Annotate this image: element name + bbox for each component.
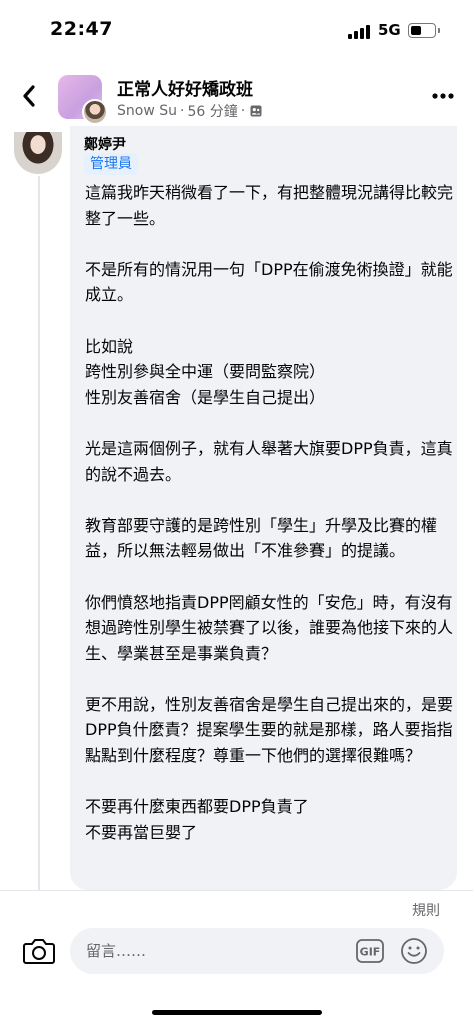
- emoji-icon: [401, 938, 427, 964]
- rules-link[interactable]: 規則: [412, 900, 440, 920]
- group-avatar[interactable]: [58, 75, 108, 125]
- comment-paragraph: 這篇我昨天稍微看了一下，有把整體現況講得比較完整了一些。: [85, 183, 454, 228]
- battery-icon: [408, 23, 440, 38]
- post-time: 56 分鐘: [187, 104, 238, 120]
- meta-separator: ·: [180, 103, 185, 119]
- chevron-left-icon: [23, 85, 35, 107]
- composer-divider: [0, 890, 473, 891]
- group-name[interactable]: 正常人好好矯政班: [117, 75, 253, 100]
- group-post-header: 正常人好好矯政班 Snow Su · 56 分鐘 ·: [0, 60, 473, 132]
- gif-label: GIF: [360, 946, 381, 959]
- comment-paragraph: 更不用說，性別友善宿舍是學生自己提出來的，是要DPP負什麼責？提案學生要的就是那…: [85, 694, 454, 766]
- status-time: 22:47: [50, 18, 113, 40]
- comment-paragraph: 不是所有的情況用一句「DPP在偷渡免術換證」就能成立。: [85, 259, 453, 305]
- comment-paragraph: 比如說 跨性別參與全中運（要問監察院） 性別友善宿舍（是學生自己提出）: [85, 336, 326, 407]
- admin-badge: 管理員: [84, 153, 138, 175]
- post-meta: Snow Su · 56 分鐘 ·: [117, 101, 262, 121]
- comment-paragraph: 光是這兩個例子，就有人舉著大旗要DPP負責，這真的說不過去。: [85, 438, 453, 484]
- poster-name[interactable]: Snow Su: [117, 103, 177, 119]
- gif-icon: GIF: [356, 939, 384, 963]
- comment-paragraph: 不要再什麼東西都要DPP負責了 不要再當巨嬰了: [85, 797, 309, 842]
- comment-paragraph: 你們憤怒地指責DPP罔顧女性的「安危」時，有沒有想過跨性別學生被禁賽了以後，誰要…: [85, 592, 454, 663]
- poster-avatar: [82, 99, 108, 125]
- camera-icon: [23, 939, 55, 964]
- comment-composer: GIF: [70, 928, 444, 974]
- more-options-button[interactable]: [428, 84, 458, 108]
- more-icon: [432, 93, 454, 99]
- network-label: 5G: [378, 21, 401, 39]
- comment-input[interactable]: [86, 928, 346, 974]
- gif-button[interactable]: GIF: [356, 939, 384, 963]
- back-button[interactable]: [14, 80, 44, 112]
- comment-paragraph: 教育部要守護的是跨性別「學生」升學及比賽的權益，所以無法輕易做出「不准參賽」的提…: [85, 515, 438, 561]
- comment-text: 這篇我昨天稍微看了一下，有把整體現況講得比較完整了一些。 不是所有的情況用一句「…: [85, 180, 455, 845]
- emoji-button[interactable]: [400, 937, 428, 965]
- status-bar: 22:47 5G: [0, 0, 473, 60]
- commenter-avatar[interactable]: [14, 132, 62, 174]
- camera-button[interactable]: [22, 935, 56, 967]
- comment-author[interactable]: 鄭婷尹: [84, 134, 126, 154]
- members-icon: [250, 105, 262, 117]
- thread-line: [38, 176, 40, 891]
- signal-icon: [348, 25, 372, 39]
- home-indicator: [152, 1010, 322, 1015]
- meta-separator: ·: [240, 103, 246, 119]
